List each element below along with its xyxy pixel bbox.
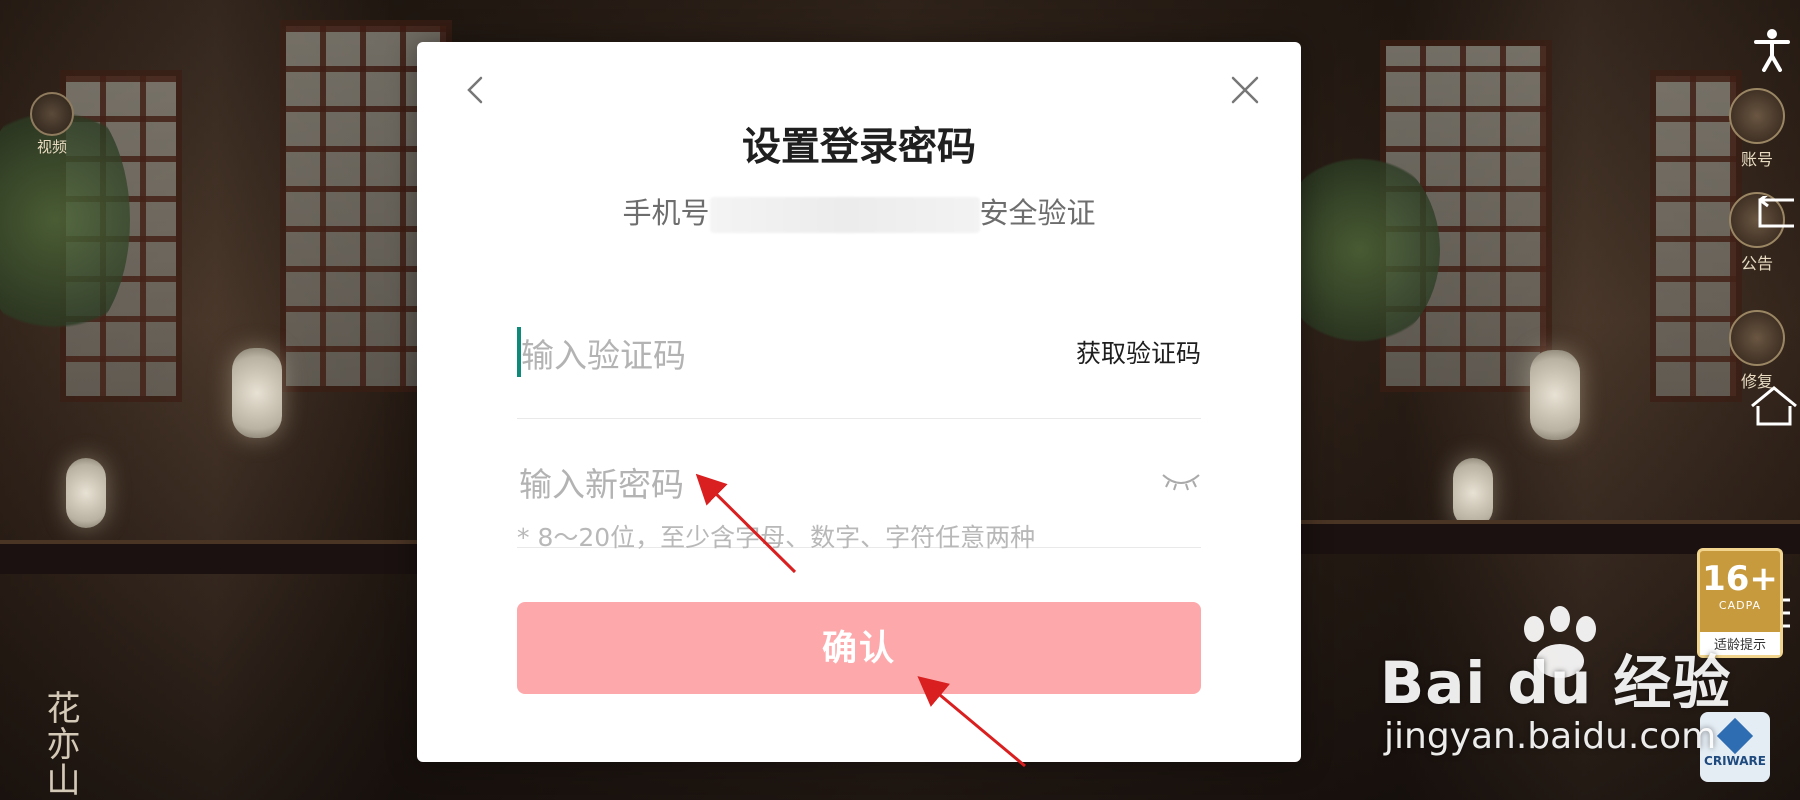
- back-nav-icon[interactable]: [1750, 192, 1796, 236]
- watermark-url: jingyan.baidu.com: [1384, 716, 1717, 757]
- chevron-left-icon: [467, 76, 483, 104]
- repair-button[interactable]: 修复: [1722, 310, 1792, 392]
- password-hint: * 8～20位，至少含字母、数字、字符任意两种: [517, 523, 1036, 552]
- low-table: [0, 540, 420, 574]
- close-button[interactable]: [1225, 70, 1265, 110]
- lantern: [66, 458, 106, 528]
- subtitle-prefix: 手机号: [622, 196, 710, 230]
- notice-label: 公告: [1740, 254, 1773, 273]
- get-code-button[interactable]: 获取验证码: [1076, 334, 1201, 370]
- dialog-title: 设置登录密码: [741, 125, 976, 170]
- back-button[interactable]: [457, 70, 497, 110]
- dialog-subtitle: 手机号 安全验证: [417, 190, 1301, 233]
- age-rating-value: 16+: [1702, 559, 1778, 599]
- accessibility-icon[interactable]: [1752, 28, 1792, 78]
- video-icon: [30, 92, 74, 136]
- verification-code-input[interactable]: [517, 290, 1043, 420]
- lantern: [1453, 458, 1493, 528]
- video-button[interactable]: 视频: [30, 92, 74, 157]
- confirm-button[interactable]: 确认: [517, 602, 1201, 694]
- masked-phone-number: [709, 197, 980, 233]
- lantern: [232, 348, 282, 438]
- set-password-dialog: 设置登录密码 手机号 安全验证 获取验证码 * 8～20位，至少含字母、数字、字符…: [417, 42, 1301, 762]
- account-button[interactable]: 账号: [1722, 88, 1792, 170]
- game-logo: 花亦山: [40, 690, 80, 798]
- age-rating-code: CADPA: [1718, 599, 1762, 612]
- eye-closed-icon[interactable]: [1161, 469, 1201, 495]
- subtitle-suffix: 安全验证: [979, 196, 1096, 230]
- lantern: [1530, 350, 1580, 440]
- home-nav-icon[interactable]: [1750, 386, 1798, 432]
- watermark-brand: Bai du 经验: [1380, 649, 1732, 717]
- account-icon: [1729, 88, 1785, 144]
- verification-code-row: 获取验证码: [517, 290, 1201, 420]
- close-icon: [1231, 76, 1259, 104]
- repair-icon: [1729, 310, 1785, 366]
- text-caret: [517, 327, 521, 377]
- account-label: 账号: [1740, 150, 1773, 169]
- tree-foliage: [1280, 150, 1440, 350]
- criware-cube-icon: [1716, 717, 1754, 755]
- video-label: 视频: [36, 138, 67, 156]
